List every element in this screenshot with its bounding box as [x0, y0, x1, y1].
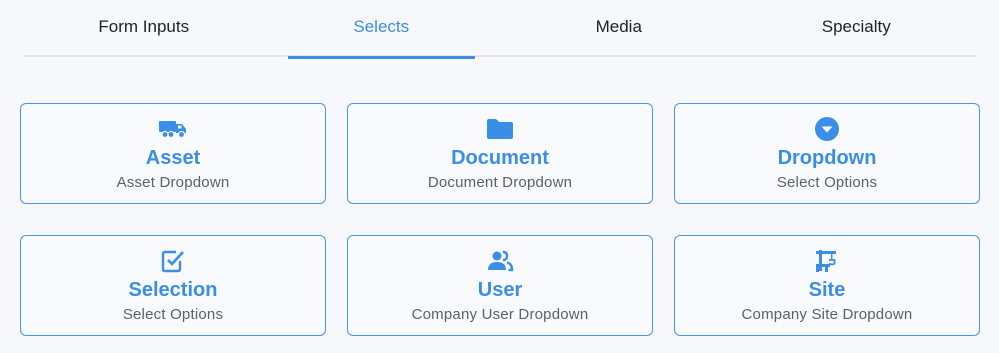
tab-form-inputs[interactable]: Form Inputs [25, 0, 263, 57]
card-title: Document [451, 147, 549, 169]
tab-selects[interactable]: Selects [263, 0, 501, 59]
card-subtitle: Document Dropdown [427, 174, 573, 191]
card-title: Selection [128, 279, 218, 301]
checkbox-icon [160, 248, 186, 274]
tab-bar: Form Inputs Selects Media Specialty [25, 0, 976, 59]
card-title: Dropdown [777, 147, 877, 169]
dropdown-card[interactable]: Dropdown Select Options [674, 103, 980, 204]
selection-card[interactable]: Selection Select Options [20, 235, 326, 336]
card-subtitle: Asset Dropdown [116, 174, 230, 191]
field-type-grid: Asset Asset Dropdown Document Document D… [20, 103, 980, 336]
site-card[interactable]: Site Company Site Dropdown [674, 235, 980, 336]
user-card[interactable]: User Company User Dropdown [347, 235, 653, 336]
card-subtitle: Select Options [122, 306, 224, 323]
truck-icon [158, 116, 188, 142]
asset-card[interactable]: Asset Asset Dropdown [20, 103, 326, 204]
users-icon [486, 248, 514, 274]
folder-icon [486, 116, 514, 142]
tab-media[interactable]: Media [500, 0, 738, 57]
card-subtitle: Company User Dropdown [411, 306, 589, 323]
card-title: User [477, 279, 523, 301]
card-subtitle: Select Options [776, 174, 878, 191]
card-subtitle: Company Site Dropdown [741, 306, 913, 323]
crane-icon [814, 248, 840, 274]
tab-specialty[interactable]: Specialty [738, 0, 976, 57]
card-title: Site [808, 279, 846, 301]
document-card[interactable]: Document Document Dropdown [347, 103, 653, 204]
card-title: Asset [145, 147, 201, 169]
caret-down-circle-icon [814, 116, 840, 142]
